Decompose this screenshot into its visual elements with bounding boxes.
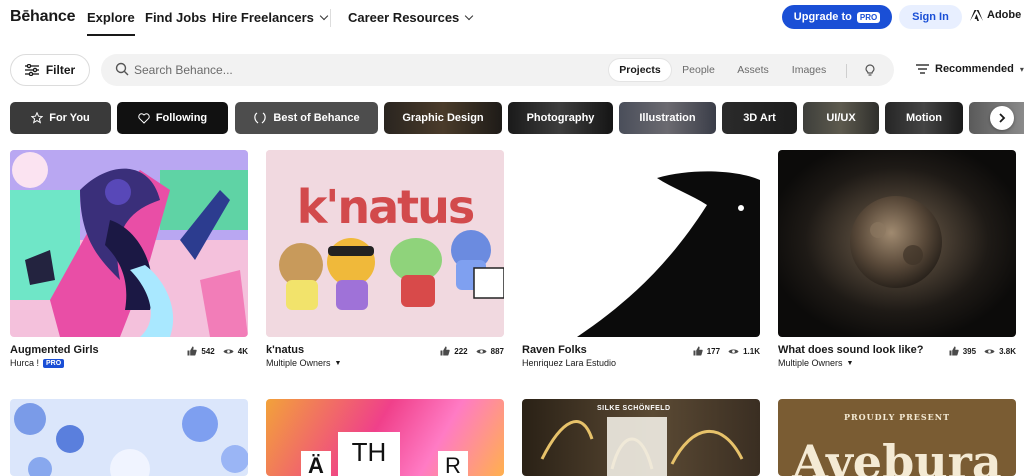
pro-badge: PRO [856,11,881,23]
tab-assets[interactable]: Assets [729,59,777,81]
nav-hire-freelancers[interactable]: Hire Freelancers [212,10,329,25]
adobe-link[interactable]: Adobe [970,9,1021,21]
script-lettering-image [540,417,744,476]
project-card[interactable]: What does sound look like? Multiple Owne… [778,150,1016,375]
tab-people[interactable]: People [676,59,721,81]
eye-icon [476,348,487,354]
tab-projects[interactable]: Projects [609,59,671,81]
thumbnail-wordmark: k'natus [296,180,476,234]
lightbulb-search-icon[interactable] [863,63,877,77]
upgrade-button[interactable]: Upgrade to PRO [782,5,892,29]
search-input[interactable] [134,58,594,82]
nav-explore[interactable]: Explore [87,10,135,36]
category-illustration[interactable]: Illustration [619,102,716,134]
category-for-you[interactable]: For You [10,102,111,134]
sign-in-button[interactable]: Sign In [899,5,962,29]
project-image [522,150,760,337]
category-motion[interactable]: Motion [885,102,963,134]
project-thumbnail[interactable] [778,150,1016,337]
project-title[interactable]: Raven Folks [522,344,587,356]
sort-dropdown[interactable]: Recommended ▾ [916,63,1024,75]
laurel-icon [254,112,267,124]
thumbnail-letters: TH [338,432,400,476]
project-stats: 395 3.8K [949,346,1016,356]
category-graphic-design[interactable]: Graphic Design [384,102,502,134]
project-title[interactable]: Augmented Girls [10,344,99,356]
nav-find-jobs[interactable]: Find Jobs [145,10,206,25]
categories-next-button[interactable] [990,106,1014,130]
chevron-down-icon: ▼ [846,359,854,367]
project-image [10,399,248,476]
project-image [266,150,504,337]
project-card[interactable]: Ä TH R [266,399,504,476]
tab-images[interactable]: Images [785,59,833,81]
thumbnail-letter: Ä [301,451,331,476]
thumbnail-wordmark: Avebura [792,435,1002,476]
thumbnail-caption: PROUDLY PRESENT [843,412,951,422]
thumbs-up-icon [949,346,959,356]
pro-badge: PRO [43,358,65,368]
category-best-of-behance[interactable]: Best of Behance [235,102,378,134]
search-icon [115,62,129,76]
top-navigation: Bēhance Explore Find Jobs Hire Freelance… [0,0,1024,36]
chevron-down-icon [465,11,474,21]
category-following[interactable]: Following [117,102,228,134]
project-stats: 177 1.1K [693,346,760,356]
project-title[interactable]: k'natus [266,344,304,356]
search-bar: Projects People Assets Images [101,54,894,86]
thumbs-up-icon [440,346,450,356]
project-card[interactable] [10,399,248,476]
project-card[interactable]: SILKE SCHÖNFELD [522,399,760,476]
heart-icon [138,112,150,124]
project-title[interactable]: What does sound look like? [778,344,923,356]
thumbs-up-icon [693,346,703,356]
adobe-logo-icon [970,9,983,21]
project-stats: 542 4K [187,346,248,356]
category-ui-ux[interactable]: UI/UX [803,102,879,134]
project-thumbnail[interactable]: PROUDLY PRESENT Avebura [778,399,1016,476]
project-thumbnail[interactable] [522,150,760,337]
scope-divider [846,64,847,78]
thumbnail-letter: R [438,451,468,476]
project-owner[interactable]: Henriquez Lara Estudio [522,358,616,368]
behance-logo[interactable]: Bēhance [10,8,75,26]
project-owner[interactable]: Multiple Owners ▼ [266,358,341,368]
category-photography[interactable]: Photography [508,102,613,134]
project-image [778,150,1016,337]
project-thumbnail[interactable]: k'natus [266,150,504,337]
project-stats: 222 887 [440,346,504,356]
eye-icon [984,348,995,354]
project-thumbnail[interactable] [10,399,248,476]
thumbs-up-icon [187,346,198,356]
chevron-down-icon: ▾ [1019,64,1024,74]
category-3d-art[interactable]: 3D Art [722,102,797,134]
eye-icon [223,348,234,354]
chevron-down-icon: ▼ [334,359,342,367]
nav-career-resources[interactable]: Career Resources [348,10,474,25]
eye-icon [728,348,739,354]
project-thumbnail[interactable]: Ä TH R [266,399,504,476]
project-card[interactable]: k'natus k'natus Multiple Owners ▼ 222 88… [266,150,504,375]
chevron-right-icon [999,113,1006,123]
project-card[interactable]: PROUDLY PRESENT Avebura [778,399,1016,476]
sliders-icon [24,64,39,76]
sort-lines-icon [916,64,929,74]
project-owner[interactable]: Multiple Owners ▼ [778,358,853,368]
project-card[interactable]: Augmented Girls Hurca ! PRO 542 4K [10,150,248,375]
project-thumbnail[interactable]: SILKE SCHÖNFELD [522,399,760,476]
project-image [10,150,248,337]
project-thumbnail[interactable] [10,150,248,337]
chevron-down-icon [319,11,329,21]
nav-divider [330,9,331,27]
star-icon [31,112,44,124]
project-card[interactable]: Raven Folks Henriquez Lara Estudio 177 1… [522,150,760,375]
filter-button[interactable]: Filter [10,54,90,86]
project-owner[interactable]: Hurca ! PRO [10,358,65,368]
